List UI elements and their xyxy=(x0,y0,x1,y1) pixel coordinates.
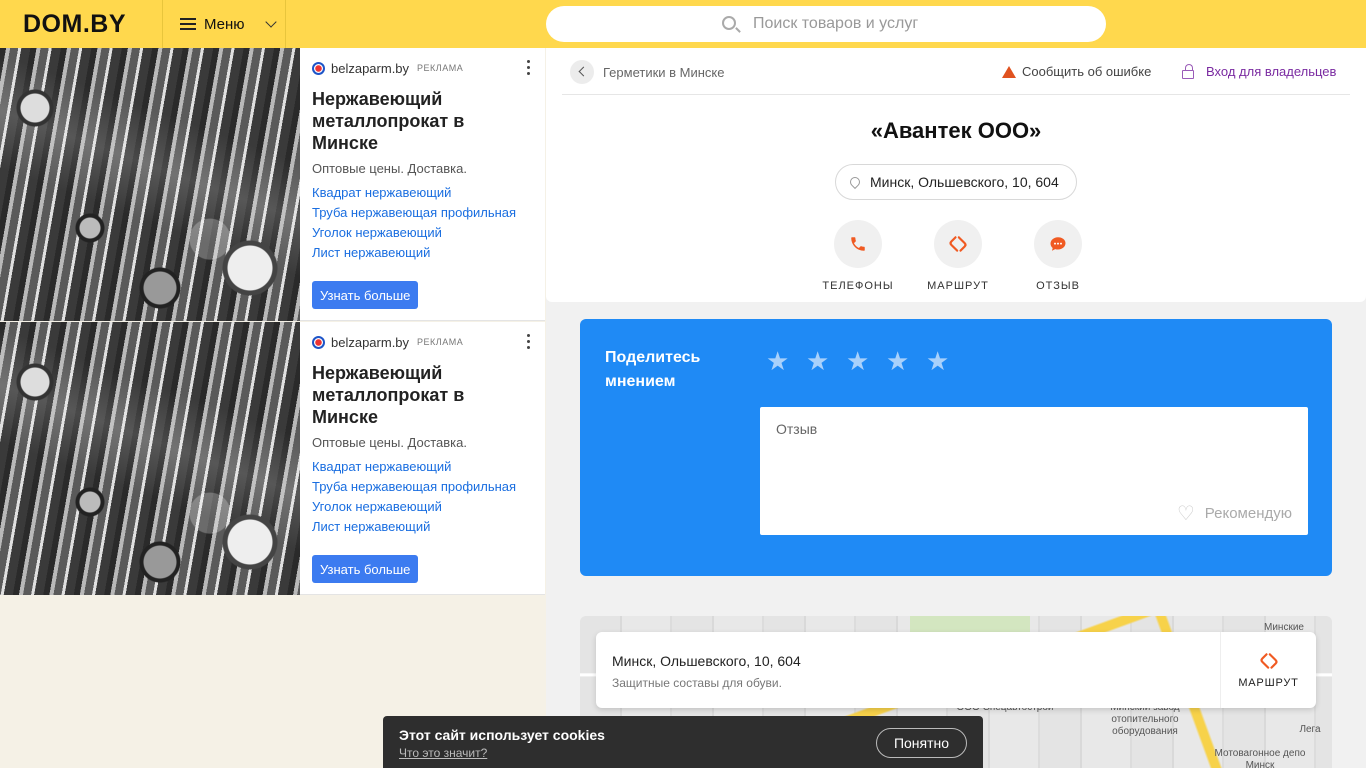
ad-learn-more-button[interactable]: Узнать больше xyxy=(312,555,419,583)
owner-login-label: Вход для владельцев xyxy=(1206,64,1337,79)
cookie-info-link[interactable]: Что это значит? xyxy=(399,746,487,760)
search-input[interactable] xyxy=(753,15,1073,33)
map-route-label: МАРШРУТ xyxy=(1238,677,1299,689)
ad-source: belzaparm.by РЕКЛАМА xyxy=(312,60,533,76)
route-icon xyxy=(949,236,967,252)
review-box: ♡ Рекомендую xyxy=(760,407,1308,535)
ad-link[interactable]: Лист нержавеющий xyxy=(312,519,533,535)
search-icon xyxy=(722,16,736,30)
star-icon[interactable]: ★ xyxy=(886,349,912,375)
ad-link[interactable]: Квадрат нержавеющий xyxy=(312,459,533,475)
ad-title[interactable]: Нержавеющий металлопрокат в Минске xyxy=(312,88,533,154)
star-icon[interactable]: ★ xyxy=(846,349,872,375)
recommend-label: Рекомендую xyxy=(1204,504,1292,522)
star-icon[interactable]: ★ xyxy=(926,349,952,375)
map-label: Лега xyxy=(1299,724,1321,735)
more-options-icon[interactable] xyxy=(527,334,531,349)
ad-source-domain: belzaparm.by xyxy=(331,334,410,350)
route-label: МАРШРУТ xyxy=(927,280,989,292)
company-title: «Авантек ООО» xyxy=(870,118,1042,143)
address-text: Минск, Ольшевского, 10, 604 xyxy=(870,174,1059,190)
map-address-card: Минск, Ольшевского, 10, 604 Защитные сос… xyxy=(596,632,1316,708)
map-address: Минск, Ольшевского, 10, 604 xyxy=(612,653,801,669)
rating-stars[interactable]: ★ ★ ★ ★ ★ xyxy=(766,349,952,375)
back-arrow-icon[interactable] xyxy=(570,60,594,84)
ad-image[interactable] xyxy=(0,322,300,595)
cookie-banner: Этот сайт использует cookies Что это зна… xyxy=(383,716,983,768)
review-form: Поделитесь мнением ★ ★ ★ ★ ★ ♡ Рекоменду… xyxy=(580,319,1332,576)
ad-title[interactable]: Нержавеющий металлопрокат в Минске xyxy=(312,362,533,428)
ad-link[interactable]: Уголок нержавеющий xyxy=(312,225,533,241)
phones-button[interactable]: ТЕЛЕФОНЫ xyxy=(819,220,897,292)
route-icon xyxy=(1259,653,1278,669)
star-icon[interactable]: ★ xyxy=(806,349,832,375)
comment-icon xyxy=(1050,237,1066,251)
report-error-label: Сообщить об ошибке xyxy=(1022,64,1152,79)
chevron-down-icon xyxy=(264,16,277,28)
review-title: Поделитесь мнением xyxy=(605,349,701,390)
ad-link[interactable]: Труба нержавеющая профильная xyxy=(312,479,533,495)
review-label: ОТЗЫВ xyxy=(1036,280,1080,292)
location-pin-icon xyxy=(847,174,863,190)
divider xyxy=(562,94,1350,95)
star-icon[interactable]: ★ xyxy=(766,349,792,375)
ad-learn-more-button[interactable]: Узнать больше xyxy=(312,281,419,309)
owner-login-link[interactable]: Вход для владельцев xyxy=(1182,63,1337,79)
map-description: Защитные составы для обуви. xyxy=(612,676,782,690)
menu-button[interactable]: Меню xyxy=(162,0,286,48)
favicon-icon xyxy=(312,61,325,75)
more-options-icon[interactable] xyxy=(527,60,531,75)
header: DOM.BY Меню xyxy=(0,0,1366,48)
cookie-accept-button[interactable]: Понятно xyxy=(876,728,967,758)
address-pill[interactable]: Минск, Ольшевского, 10, 604 xyxy=(835,164,1077,200)
ad-image[interactable] xyxy=(0,48,300,321)
favicon-icon xyxy=(312,335,325,349)
menu-label: Меню xyxy=(204,15,245,33)
ad-block[interactable]: belzaparm.by РЕКЛАМА Нержавеющий металло… xyxy=(0,322,545,595)
ad-block[interactable]: belzaparm.by РЕКЛАМА Нержавеющий металло… xyxy=(0,48,545,321)
phone-icon xyxy=(851,237,865,251)
breadcrumb[interactable]: Герметики в Минске xyxy=(603,65,725,80)
ad-link[interactable]: Квадрат нержавеющий xyxy=(312,185,533,201)
ad-source: belzaparm.by РЕКЛАМА xyxy=(312,334,533,350)
ad-link[interactable]: Лист нержавеющий xyxy=(312,245,533,261)
ad-source-domain: belzaparm.by xyxy=(331,60,410,76)
company-card: Герметики в Минске Сообщить об ошибке Вх… xyxy=(546,48,1366,302)
ad-link[interactable]: Уголок нержавеющий xyxy=(312,499,533,515)
heart-icon: ♡ xyxy=(1176,501,1195,525)
ad-link[interactable]: Труба нержавеющая профильная xyxy=(312,205,533,221)
cookie-title: Этот сайт использует cookies xyxy=(399,727,605,743)
map-route-button[interactable]: МАРШРУТ xyxy=(1220,632,1316,708)
ad-description: Оптовые цены. Доставка. xyxy=(312,161,467,176)
lock-icon xyxy=(1182,63,1194,79)
route-button[interactable]: МАРШРУТ xyxy=(919,220,997,292)
review-button[interactable]: ОТЗЫВ xyxy=(1019,220,1097,292)
map-label: Мотовагонное депо Минск xyxy=(1214,748,1306,768)
search-bar[interactable] xyxy=(546,6,1106,42)
ad-tag: РЕКЛАМА xyxy=(417,63,464,73)
phones-label: ТЕЛЕФОНЫ xyxy=(822,280,894,292)
warning-icon xyxy=(1002,65,1016,78)
site-logo[interactable]: DOM.BY xyxy=(23,10,126,39)
ad-description: Оптовые цены. Доставка. xyxy=(312,435,467,450)
hamburger-icon xyxy=(180,18,196,30)
ad-tag: РЕКЛАМА xyxy=(417,337,464,347)
report-error-link[interactable]: Сообщить об ошибке xyxy=(1002,64,1151,79)
recommend-toggle[interactable]: ♡ Рекомендую xyxy=(1177,501,1292,525)
